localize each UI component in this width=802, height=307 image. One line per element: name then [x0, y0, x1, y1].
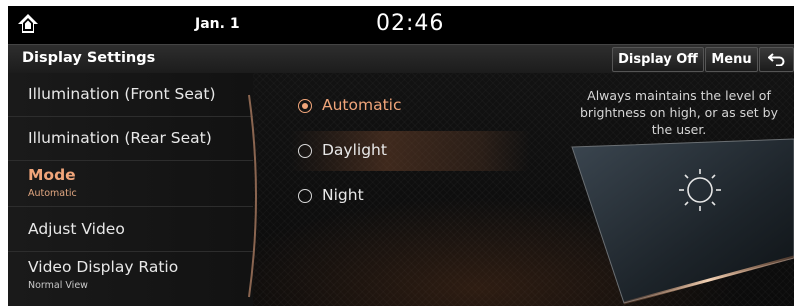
- back-button[interactable]: [759, 47, 794, 72]
- sun-display-icon: [571, 138, 794, 305]
- option-label: Automatic: [322, 96, 402, 114]
- menu-item-mode[interactable]: Mode Automatic: [8, 161, 253, 207]
- menu-item-illumination-rear[interactable]: Illumination (Rear Seat): [8, 117, 253, 161]
- menu-item-sublabel: Automatic: [28, 188, 77, 199]
- option-label: Daylight: [322, 141, 387, 159]
- title-bar: Display Settings Display Off Menu: [8, 44, 794, 74]
- option-automatic[interactable]: Automatic: [290, 86, 530, 126]
- display-off-button[interactable]: Display Off: [612, 47, 704, 72]
- menu-item-adjust-video[interactable]: Adjust Video: [8, 207, 253, 252]
- menu-item-label: Illumination (Front Seat): [28, 85, 216, 103]
- radio-selected-icon: [298, 99, 312, 113]
- radio-unselected-icon: [298, 144, 312, 158]
- menu-item-label: Adjust Video: [28, 220, 125, 238]
- menu-item-label: Mode: [28, 166, 76, 184]
- menu-item-sublabel: Normal View: [28, 280, 88, 291]
- scroll-indicator[interactable]: [247, 91, 265, 301]
- option-daylight[interactable]: Daylight: [290, 131, 530, 171]
- menu-item-video-display-ratio[interactable]: Video Display Ratio Normal View: [8, 252, 253, 306]
- mode-description: Always maintains the level of brightness…: [580, 88, 778, 137]
- option-night[interactable]: Night: [290, 176, 530, 216]
- radio-unselected-icon: [298, 189, 312, 203]
- menu-item-illumination-front[interactable]: Illumination (Front Seat): [8, 73, 253, 117]
- menu-item-label: Illumination (Rear Seat): [28, 129, 212, 147]
- page-title: Display Settings: [22, 50, 156, 66]
- home-icon[interactable]: [16, 12, 40, 36]
- infotainment-screen: Jan. 1 02:46 Display Settings Display Of…: [8, 6, 794, 306]
- status-bar: Jan. 1 02:46: [8, 6, 794, 44]
- option-label: Night: [322, 186, 364, 204]
- clock-display: 02:46: [376, 11, 445, 36]
- menu-button[interactable]: Menu: [705, 47, 758, 72]
- back-arrow-icon: [768, 53, 785, 66]
- settings-main: Illumination (Front Seat) Illumination (…: [8, 73, 794, 306]
- settings-menu: Illumination (Front Seat) Illumination (…: [8, 73, 253, 306]
- menu-item-label: Video Display Ratio: [28, 258, 179, 276]
- date-display: Jan. 1: [195, 16, 240, 32]
